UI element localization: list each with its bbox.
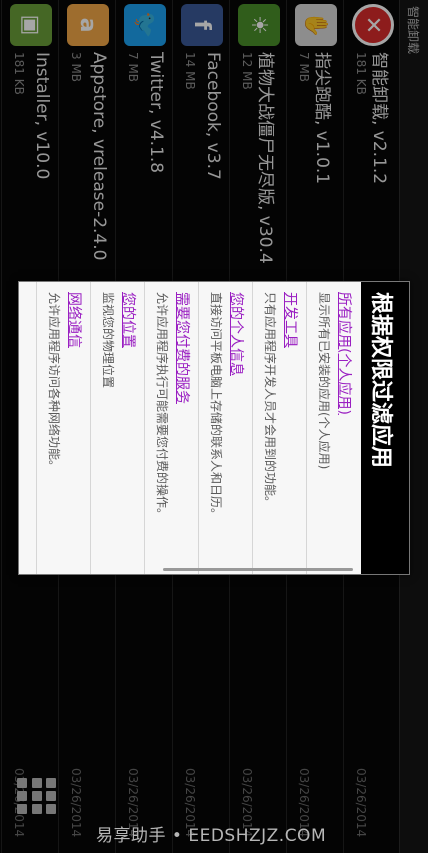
dialog-title: 根据权限过滤应用 [368,292,393,469]
permission-description: 监视您的物理位置 [101,292,115,389]
permission-filter-dialog: 根据权限过滤应用 所有应用(个人应用) 显示所有已安装的应用(个人应用) 开发工具只… [18,281,410,575]
permission-description: 显示所有已安装的应用(个人应用) [317,292,331,470]
screen: 智能卸载 ✕ 智能卸载, v2.1.2 181 KB 03/26/2014 ✋ 指尖跑酷,… [0,0,428,853]
permission-title: 网络通信 [66,292,82,348]
permission-title: 您的位置 [120,292,136,348]
permission-item[interactable]: 所有应用(个人应用) 显示所有已安装的应用(个人应用) [306,282,361,574]
dialog-header: 根据权限过滤应用 [361,282,409,574]
permission-item[interactable]: 开发工具 只有应用程序开发人员才会用到的功能。 [252,282,307,574]
permission-item[interactable]: 需要您付费的服务 允许应用程序执行可能需要您付费的操作。 [144,282,199,574]
permission-title: 需要您付费的服务 [174,292,190,404]
permission-title: 所有应用(个人应用) [336,292,352,415]
permission-title: 您的个人信息 [228,292,244,376]
permission-description: 允许应用程序访问各种网络功能。 [47,292,61,473]
permission-item[interactable]: 网络通信 允许应用程序访问各种网络功能。 [36,282,91,574]
permission-title: 开发工具 [282,292,298,348]
apps-grid-icon[interactable] [16,778,56,818]
permission-item[interactable]: 您的个人信息 直接访问平板电脑上存储的联系人和日历。 [198,282,253,574]
permission-item[interactable]: 您的位置 监视您的物理位置 [90,282,145,574]
permission-description: 允许应用程序执行可能需要您付费的操作。 [155,292,169,521]
rotated-screen: 智能卸载 ✕ 智能卸载, v2.1.2 181 KB 03/26/2014 ✋ 指尖跑酷,… [0,0,428,853]
permission-description: 直接访问平板电脑上存储的联系人和日历。 [209,292,223,521]
permission-description: 只有应用程序开发人员才会用到的功能。 [263,292,277,509]
watermark: 易享助手 • EEDSHZJZ.COM [96,826,327,846]
dialog-scrollbar[interactable] [163,568,353,571]
